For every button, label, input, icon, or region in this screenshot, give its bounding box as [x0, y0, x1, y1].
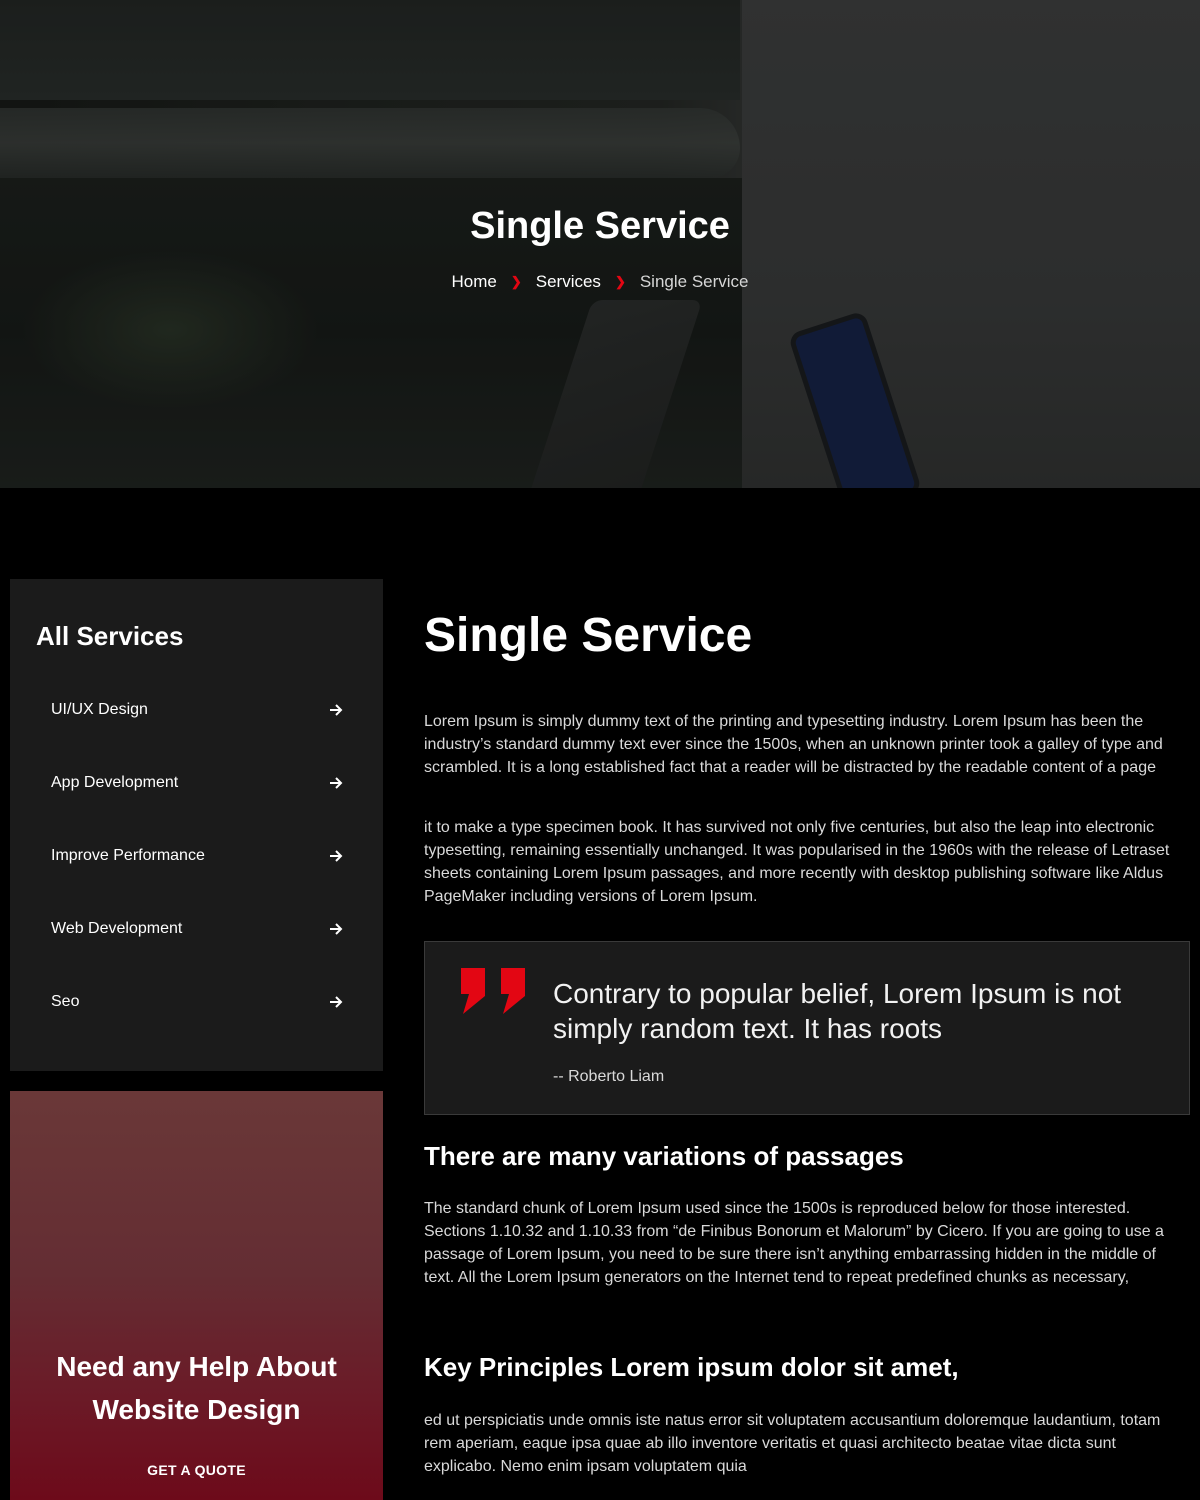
help-cta-heading: Need any Help About Website Design — [10, 1345, 383, 1431]
all-services-panel: All Services UI/UX Design App Developmen… — [10, 579, 383, 1071]
breadcrumb: Home ❯ Services ❯ Single Service — [0, 272, 1200, 292]
arrow-right-icon — [330, 703, 343, 716]
section-heading-variations: There are many variations of passages — [424, 1141, 904, 1171]
arrow-right-icon — [330, 922, 343, 935]
quote-block: Contrary to popular belief, Lorem Ipsum … — [424, 941, 1190, 1115]
breadcrumb-services-link[interactable]: Services — [536, 272, 601, 292]
content-paragraph-4: ed ut perspiciatis unde omnis iste natus… — [424, 1412, 1161, 1475]
service-item-label: UI/UX Design — [51, 700, 148, 718]
service-item-seo[interactable]: Seo — [10, 965, 383, 1038]
chevron-right-icon: ❯ — [614, 274, 626, 289]
hero-title: Single Service — [470, 205, 730, 247]
content-paragraph-2: it to make a type specimen book. It has … — [424, 819, 1170, 905]
service-item-label: Web Development — [51, 919, 183, 937]
page-hero: Single Service Home ❯ Services ❯ Single … — [0, 0, 1200, 488]
service-item-label: Improve Performance — [51, 846, 205, 864]
quote-author: -- Roberto Liam — [553, 1068, 665, 1085]
quote-text: Contrary to popular belief, Lorem Ipsum … — [553, 978, 1122, 1044]
content-paragraph-3: The standard chunk of Lorem Ipsum used s… — [424, 1200, 1164, 1286]
help-cta-line2: Website Design — [92, 1394, 301, 1425]
service-item-app-development[interactable]: App Development — [10, 746, 383, 819]
service-item-improve-performance[interactable]: Improve Performance — [10, 819, 383, 892]
service-item-label: App Development — [51, 773, 179, 791]
service-item-label: Seo — [51, 992, 80, 1010]
section-heading-key-principles: Key Principles Lorem ipsum dolor sit ame… — [424, 1352, 959, 1382]
services-list: UI/UX Design App Development Improve Per… — [10, 673, 383, 1038]
help-cta-panel: Need any Help About Website Design GET A… — [10, 1091, 383, 1500]
arrow-right-icon — [330, 849, 343, 862]
breadcrumb-current: Single Service — [639, 272, 749, 291]
arrow-right-icon — [330, 995, 343, 1008]
all-services-title: All Services — [36, 621, 184, 651]
content-paragraph-1: Lorem Ipsum is simply dummy text of the … — [424, 713, 1163, 776]
content-title: Single Service — [424, 609, 753, 662]
quote-icon — [461, 968, 525, 1014]
help-cta-line1: Need any Help About — [56, 1351, 337, 1382]
chevron-right-icon: ❯ — [510, 274, 522, 289]
get-a-quote-button[interactable]: GET A QUOTE — [10, 1462, 383, 1478]
service-item-web-development[interactable]: Web Development — [10, 892, 383, 965]
service-item-ui-ux-design[interactable]: UI/UX Design — [10, 673, 383, 746]
breadcrumb-home-link[interactable]: Home — [451, 272, 496, 292]
arrow-right-icon — [330, 776, 343, 789]
